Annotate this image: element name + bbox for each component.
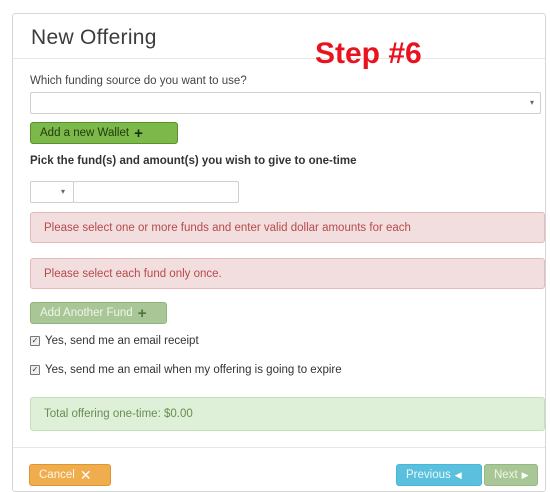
previous-button[interactable]: Previous ◀ (396, 464, 482, 486)
chevron-left-icon: ◀ (454, 469, 462, 480)
title-divider (13, 58, 545, 59)
close-icon: ✕ (79, 466, 92, 483)
footer-divider (13, 447, 545, 448)
caret-down-icon: ▾ (60, 187, 65, 196)
email-receipt-option[interactable]: ✓ Yes, send me an email receipt (30, 335, 199, 347)
previous-label: Previous (406, 469, 451, 481)
chevron-right-icon: ▶ (521, 469, 529, 480)
funding-source-label: Which funding source do you want to use? (30, 75, 247, 87)
top-strip (0, 0, 550, 14)
amount-input[interactable] (73, 181, 239, 203)
email-receipt-label: Yes, send me an email receipt (45, 335, 199, 347)
email-expire-label: Yes, send me an email when my offering i… (45, 364, 342, 376)
cancel-button[interactable]: Cancel ✕ (29, 464, 111, 486)
funding-source-select[interactable]: ▾ (30, 92, 541, 114)
email-expire-option[interactable]: ✓ Yes, send me an email when my offering… (30, 364, 342, 376)
cancel-label: Cancel (39, 469, 75, 481)
caret-down-icon: ▾ (529, 98, 534, 107)
plus-icon: + (137, 304, 147, 322)
error-alert-duplicate-fund: Please select each fund only once. (30, 258, 545, 289)
plus-icon: + (134, 124, 143, 142)
fund-amount-prompt: Pick the fund(s) and amount(s) you wish … (30, 155, 357, 167)
step-annotation: Step #6 (315, 37, 422, 70)
next-label: Next (494, 469, 518, 481)
total-offering-alert: Total offering one-time: $0.00 (30, 397, 545, 431)
new-offering-dialog: New Offering Step #6 Which funding sourc… (12, 13, 546, 492)
fund-select[interactable]: ▾ (30, 181, 74, 203)
add-another-fund-button[interactable]: Add Another Fund + (30, 302, 167, 324)
add-wallet-label: Add a new Wallet (40, 127, 130, 139)
checkbox-icon[interactable]: ✓ (30, 365, 40, 375)
dialog-title: New Offering (31, 26, 157, 49)
error-alert-amounts: Please select one or more funds and ente… (30, 212, 545, 243)
checkbox-icon[interactable]: ✓ (30, 336, 40, 346)
next-button[interactable]: Next ▶ (484, 464, 538, 486)
add-wallet-button[interactable]: Add a new Wallet + (30, 122, 178, 144)
add-another-fund-label: Add Another Fund (40, 307, 133, 319)
